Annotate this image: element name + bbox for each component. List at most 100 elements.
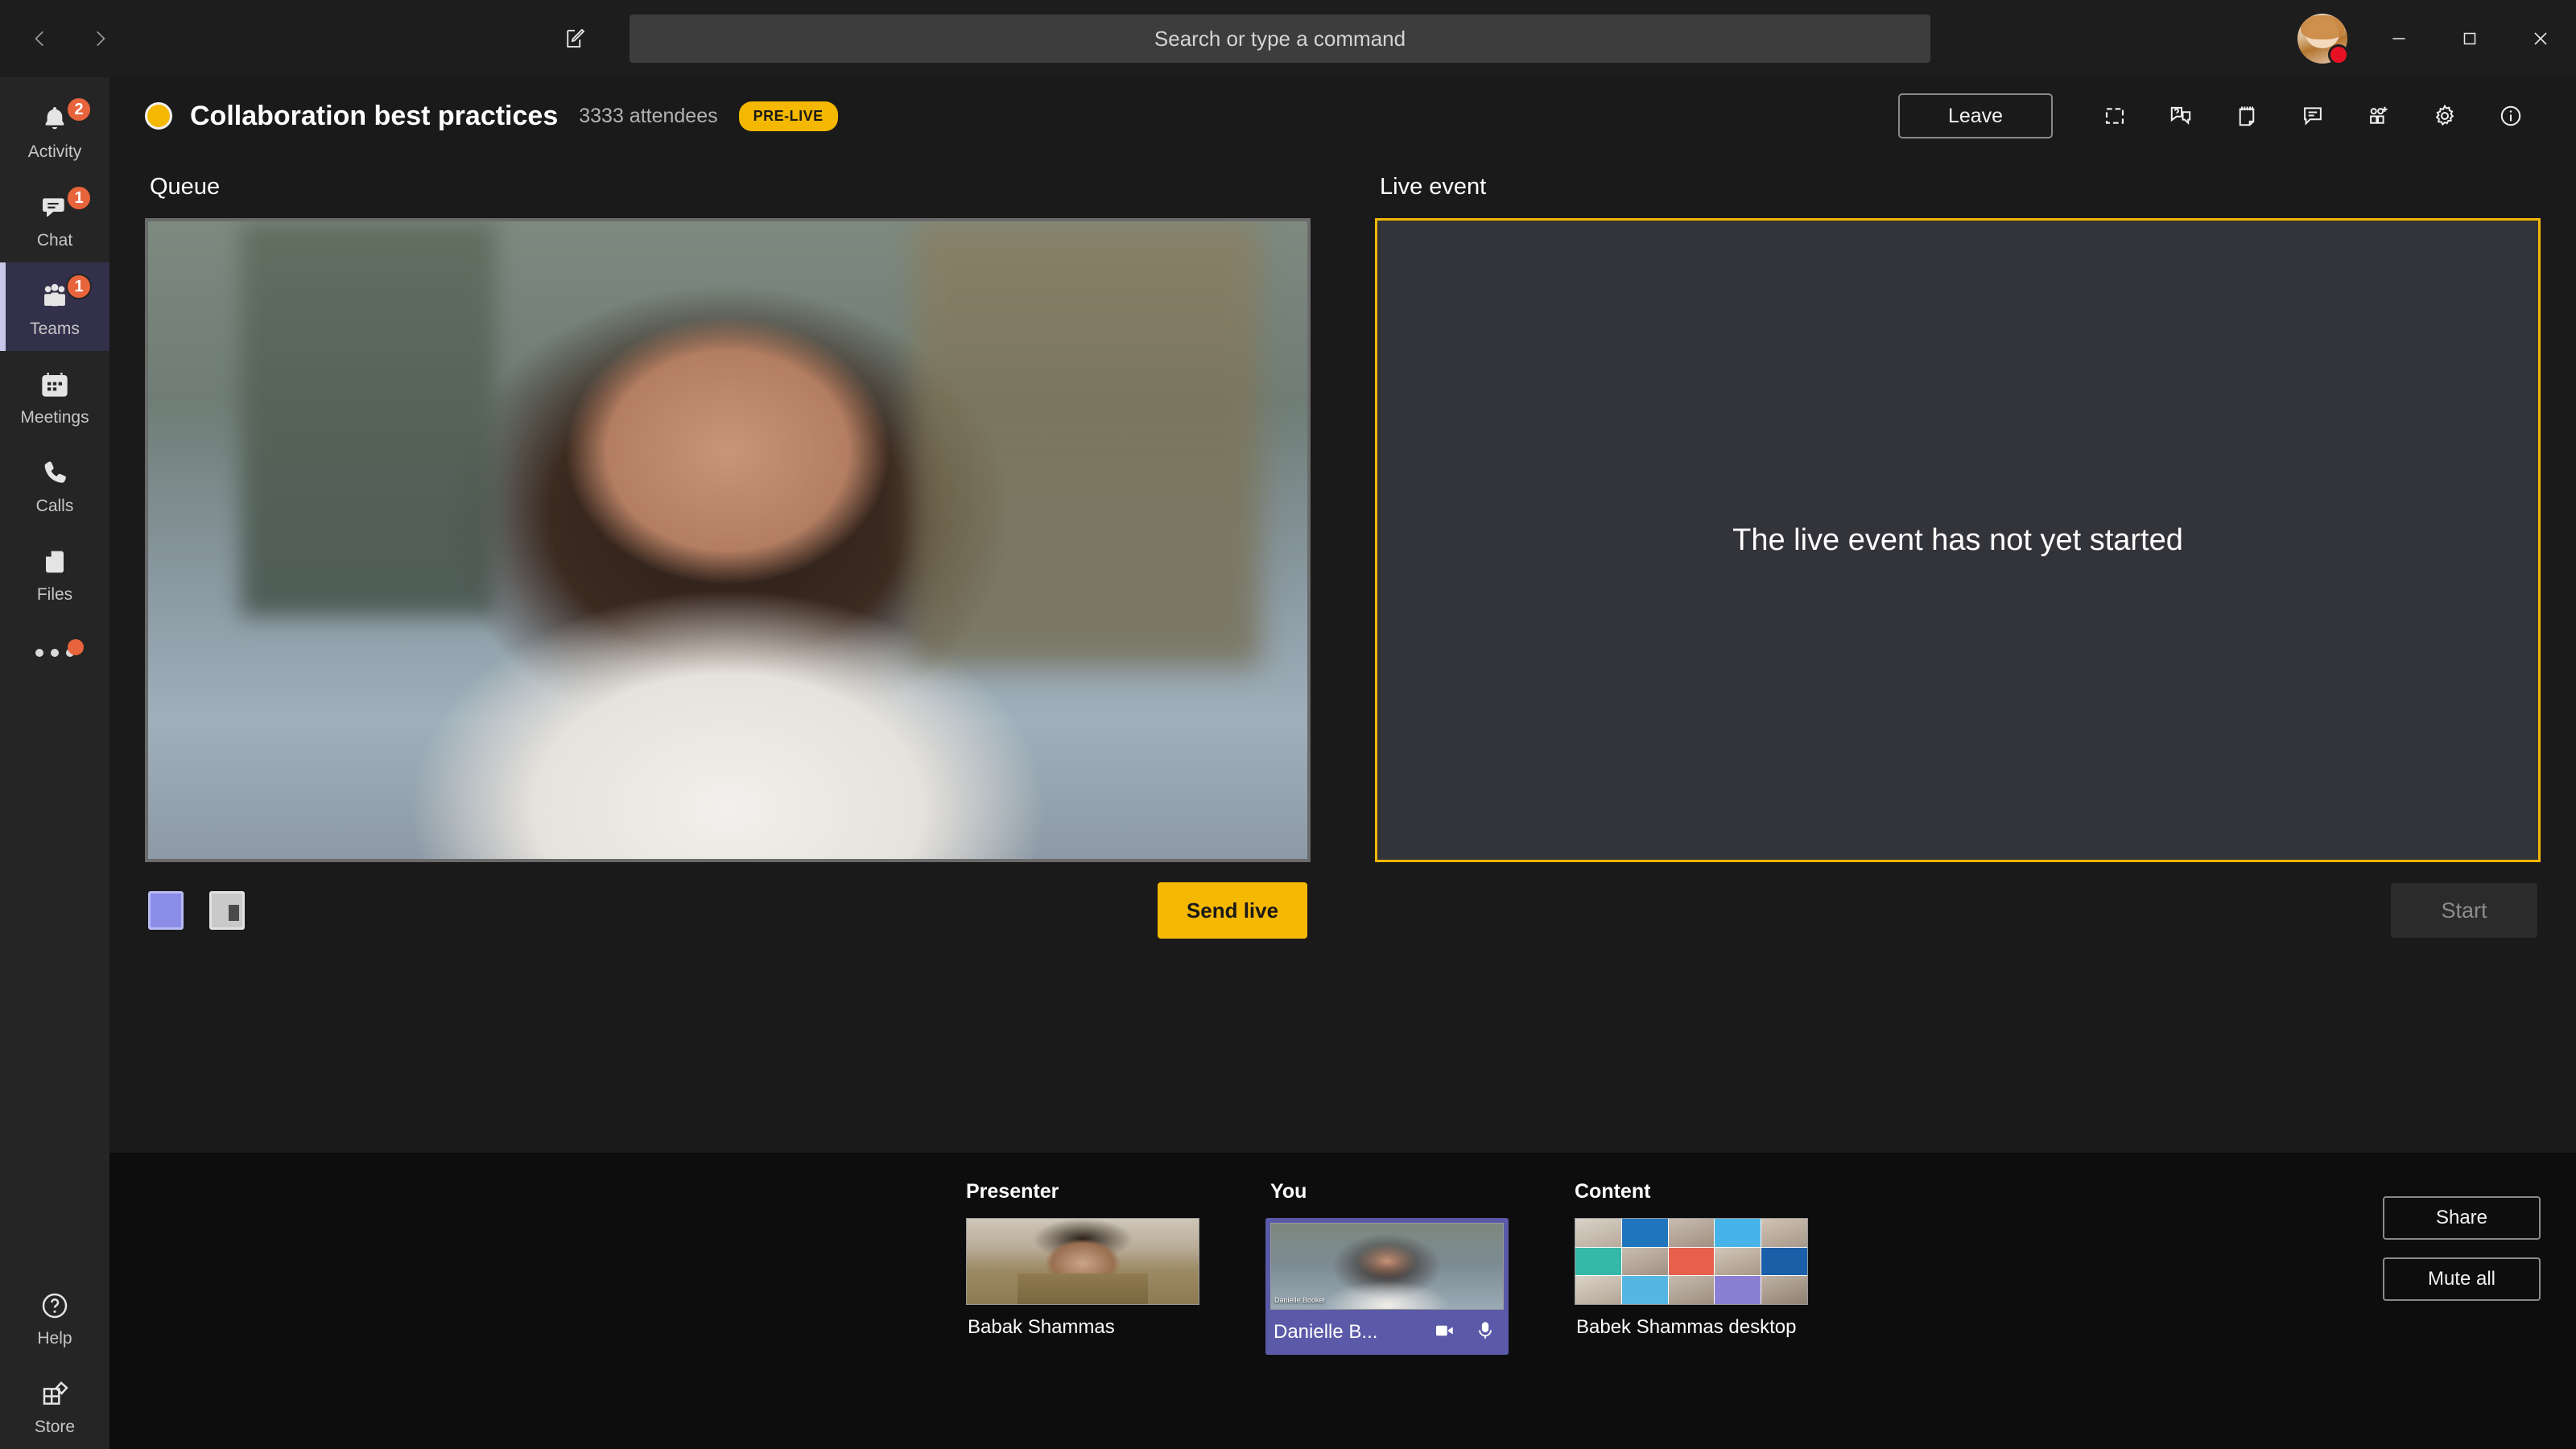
store-icon [39, 1375, 71, 1414]
activity-badge: 2 [66, 97, 92, 122]
sidebar-item-label: Activity [27, 142, 82, 161]
source-caption: Babak Shammas [968, 1316, 1115, 1338]
main-area: Collaboration best practices 3333 attend… [109, 77, 2576, 1449]
sidebar-item-label: Store [34, 1417, 76, 1436]
teams-badge: 1 [66, 274, 92, 299]
live-event-preview: The live event has not yet started [1375, 218, 2541, 862]
source-caption-row: Babek Shammas desktop [1575, 1305, 1808, 1350]
window-controls-group [2297, 0, 2576, 77]
chat-badge: 1 [66, 185, 92, 211]
send-live-button[interactable]: Send live [1158, 882, 1307, 939]
source-group-label: Content [1575, 1180, 1651, 1203]
status-badge [2328, 44, 2349, 65]
close-button[interactable] [2505, 0, 2576, 77]
sidebar-item-more[interactable] [0, 617, 109, 689]
source-group-you: You Danielle Booker Danielle B... [1265, 1180, 1575, 1355]
notes-icon[interactable] [2214, 88, 2280, 144]
sidebar-item-chat[interactable]: Chat 1 [0, 174, 109, 262]
compose-icon[interactable] [555, 19, 594, 58]
source-caption-row: Babak Shammas [966, 1305, 1199, 1350]
queue-preview-image [148, 221, 1307, 859]
self-thumbnail: Danielle Booker [1270, 1223, 1504, 1310]
history-nav [23, 21, 118, 56]
minimize-button[interactable] [2363, 0, 2434, 77]
camera-icon[interactable] [1433, 1319, 1457, 1347]
queue-panel: Queue Send live [145, 155, 1311, 1153]
stage: Queue Send live Live event The live even… [109, 155, 2576, 1153]
source-caption-row: Danielle B... [1270, 1310, 1504, 1355]
source-group-label: You [1270, 1180, 1307, 1203]
qna-icon[interactable] [2148, 88, 2214, 144]
info-icon[interactable] [2478, 88, 2544, 144]
fullscreen-icon[interactable] [2082, 88, 2148, 144]
live-event-toolbar: Start [1375, 862, 2541, 959]
leave-button[interactable]: Leave [1898, 93, 2053, 138]
live-event-message: The live event has not yet started [1732, 522, 2183, 557]
avatar[interactable] [2297, 14, 2349, 65]
title-bar: Search or type a command [0, 0, 2576, 77]
live-event-panel: Live event The live event has not yet st… [1375, 155, 2541, 1153]
add-people-icon[interactable] [2346, 88, 2412, 144]
source-caption: Babek Shammas desktop [1576, 1316, 1797, 1338]
header-actions: Leave [1898, 88, 2544, 144]
content-thumbnail [1575, 1218, 1808, 1305]
event-header: Collaboration best practices 3333 attend… [109, 77, 2576, 155]
sidebar-item-files[interactable]: Files [0, 528, 109, 617]
layout-split-button[interactable] [209, 891, 245, 930]
more-icon [35, 634, 74, 672]
sidebar-item-label: Chat [36, 230, 73, 250]
source-media-controls [1433, 1319, 1496, 1347]
sidebar-item-teams[interactable]: Teams 1 [0, 262, 109, 351]
teams-live-event-window: Search or type a command Activity 2 Chat… [0, 0, 2576, 1449]
tray-actions: Share Mute all [2383, 1196, 2541, 1301]
body: Activity 2 Chat 1 Teams 1 Meetings Calls… [0, 77, 2576, 1449]
help-icon [39, 1286, 71, 1325]
app-rail: Activity 2 Chat 1 Teams 1 Meetings Calls… [0, 77, 109, 1449]
self-thumbnail-caption: Danielle Booker [1274, 1296, 1326, 1304]
source-group-presenter: Presenter Babak Shammas [966, 1180, 1270, 1355]
maximize-button[interactable] [2434, 0, 2505, 77]
sidebar-item-label: Calls [35, 496, 74, 515]
sidebar-item-activity[interactable]: Activity 2 [0, 85, 109, 174]
source-tile[interactable]: Babak Shammas [966, 1218, 1199, 1350]
sidebar-item-calls[interactable]: Calls [0, 440, 109, 528]
share-button[interactable]: Share [2383, 1196, 2541, 1240]
sidebar-item-meetings[interactable]: Meetings [0, 351, 109, 440]
attendee-count: 3333 attendees [579, 104, 718, 127]
source-group-label: Presenter [966, 1180, 1059, 1203]
source-caption: Danielle B... [1274, 1321, 1378, 1343]
back-icon[interactable] [23, 21, 58, 56]
live-event-title: Live event [1380, 174, 1487, 200]
source-group-content: Content Babek Shammas desktop [1575, 1180, 1879, 1355]
chat-icon[interactable] [2280, 88, 2346, 144]
start-button[interactable]: Start [2391, 883, 2537, 938]
live-status-icon [145, 102, 172, 130]
sidebar-item-store[interactable]: Store [0, 1360, 109, 1449]
mute-all-button[interactable]: Mute all [2383, 1257, 2541, 1301]
source-tray: Presenter Babak Shammas You Danielle Boo… [966, 1180, 1879, 1355]
source-tray-bar: Presenter Babak Shammas You Danielle Boo… [109, 1153, 2576, 1449]
calendar-icon [39, 365, 71, 404]
queue-preview[interactable] [145, 218, 1311, 862]
sidebar-item-label: Files [36, 584, 73, 604]
settings-gear-icon[interactable] [2412, 88, 2478, 144]
queue-title: Queue [150, 174, 221, 200]
source-tile-selected[interactable]: Danielle Booker Danielle B... [1265, 1218, 1509, 1355]
page-title: Collaboration best practices [190, 100, 559, 131]
sidebar-item-label: Meetings [20, 407, 89, 427]
status-badge: PRE-LIVE [738, 101, 838, 131]
file-icon [39, 543, 71, 581]
sidebar-item-help[interactable]: Help [0, 1272, 109, 1360]
presenter-thumbnail [966, 1218, 1199, 1305]
search-input[interactable]: Search or type a command [630, 14, 1930, 63]
sidebar-item-label: Teams [30, 319, 80, 338]
search-placeholder: Search or type a command [1154, 26, 1406, 51]
more-dot-badge [68, 639, 84, 655]
layout-single-button[interactable] [148, 891, 184, 930]
sidebar-item-label: Help [37, 1328, 72, 1348]
microphone-icon[interactable] [1475, 1319, 1496, 1347]
source-tile[interactable]: Babek Shammas desktop [1575, 1218, 1808, 1350]
queue-toolbar: Send live [145, 862, 1311, 959]
forward-icon[interactable] [82, 21, 118, 56]
phone-icon [39, 454, 71, 493]
